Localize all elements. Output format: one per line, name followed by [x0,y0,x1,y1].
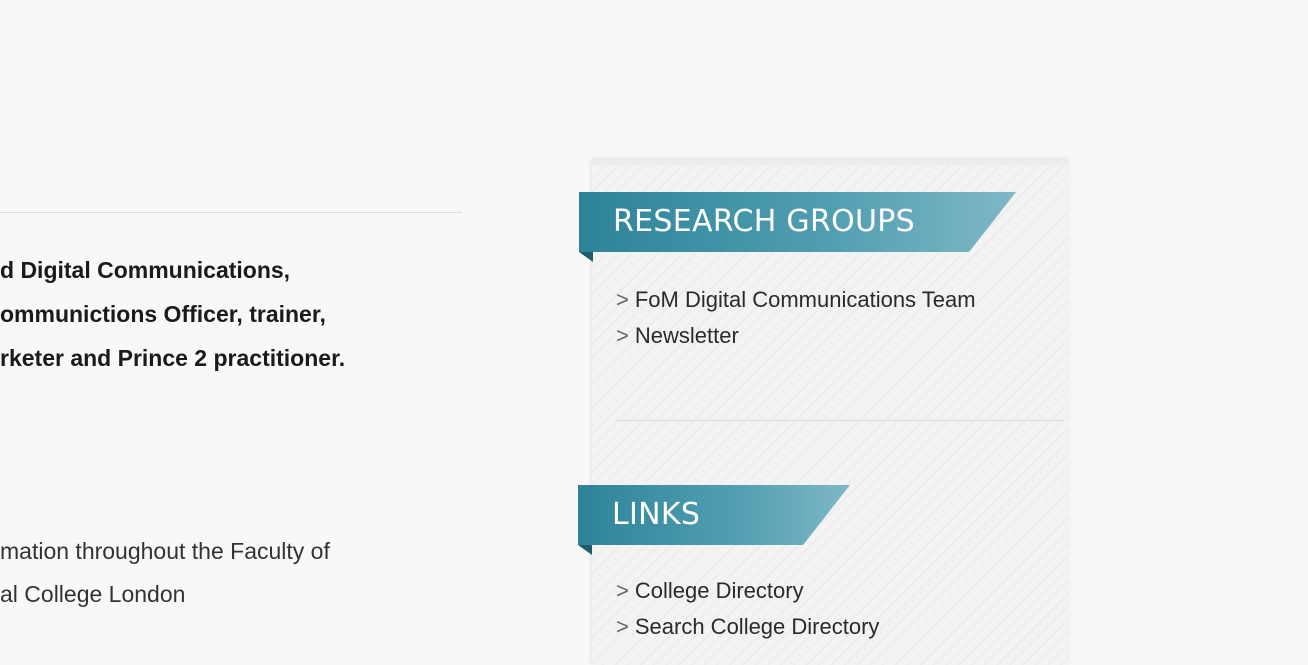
college-directory-link[interactable]: College Directory [635,578,804,603]
description-line: mation throughout the Faculty of [0,538,330,564]
search-college-directory-link[interactable]: Search College Directory [635,614,880,639]
ribbon-fold-icon [579,252,593,262]
description-text: mation throughout the Faculty of al Coll… [0,530,462,616]
intro-line: rketer and Prince 2 practitioner. [0,345,346,371]
links-list: > College Directory > Search College Direc… [616,573,879,645]
newsletter-link[interactable]: Newsletter [635,323,739,348]
chevron-right-icon: > [616,614,629,639]
list-item[interactable]: > College Directory [616,573,879,609]
research-groups-list: > FoM Digital Communications Team > Newsle… [616,282,976,354]
fom-digital-communications-team-link[interactable]: FoM Digital Communications Team [635,287,976,312]
ribbon-fold-icon [578,545,592,555]
sidebar-divider [616,420,1063,421]
list-item[interactable]: > Newsletter [616,318,976,354]
list-item[interactable]: > FoM Digital Communications Team [616,282,976,318]
list-item[interactable]: > Search College Directory [616,609,879,645]
description-line: al College London [0,581,186,607]
intro-text: d Digital Communications, ommunictions O… [0,248,462,380]
main-content: d Digital Communications, ommunictions O… [0,0,470,650]
links-heading: LINKS [578,485,850,545]
chevron-right-icon: > [616,578,629,603]
intro-line: d Digital Communications, [0,257,291,283]
intro-line: ommunictions Officer, trainer, [0,301,326,327]
research-groups-heading: RESEARCH GROUPS [579,192,1016,252]
chevron-right-icon: > [616,287,629,312]
content-divider [0,212,462,213]
chevron-right-icon: > [616,323,629,348]
